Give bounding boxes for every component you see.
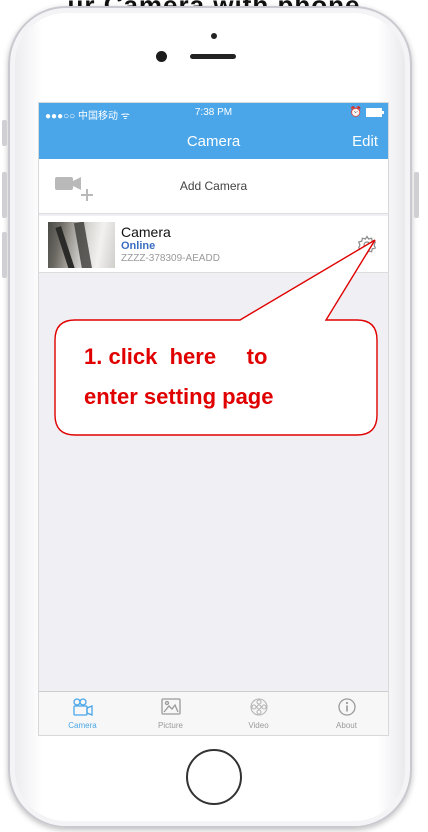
home-button[interactable] — [186, 749, 242, 805]
annotation-text: 1. click here to enter setting page — [84, 337, 384, 417]
annotation-line-2: enter setting page — [84, 384, 274, 409]
annotation-line-1: 1. click here to — [84, 344, 268, 369]
